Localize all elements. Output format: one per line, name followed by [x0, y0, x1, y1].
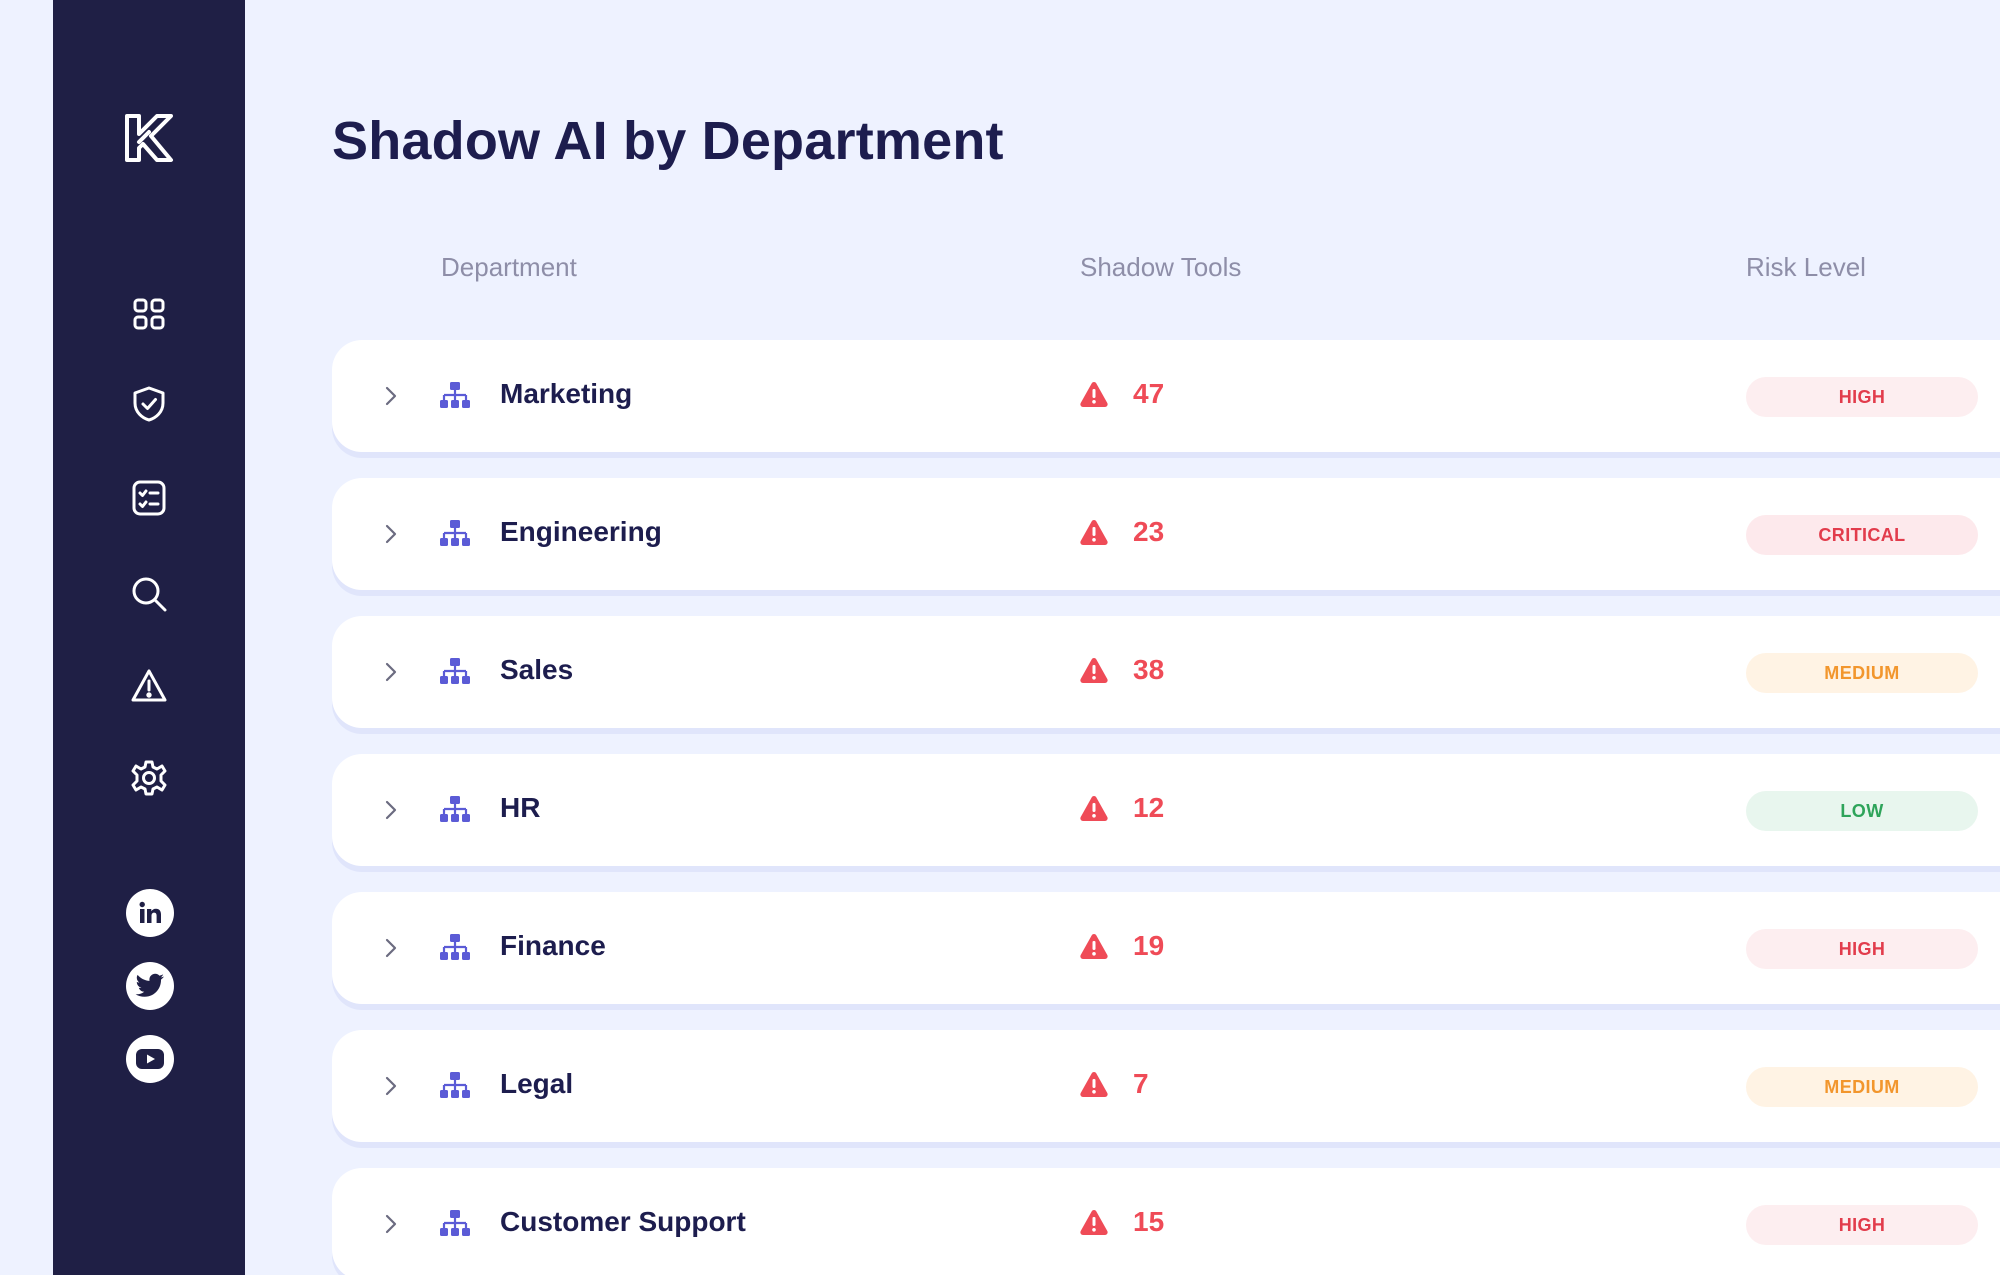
shadow-tools-count: 23	[1133, 516, 1165, 547]
shadow-tools-count: 19	[1133, 930, 1165, 961]
org-chart-icon	[440, 520, 470, 546]
linkedin-link[interactable]	[126, 889, 174, 937]
department-name: Legal	[500, 1068, 574, 1099]
warning-icon	[1080, 934, 1108, 959]
nav-dashboard[interactable]	[129, 294, 169, 334]
department-row[interactable]: HR 12 LOW	[332, 754, 2000, 866]
org-chart-icon	[440, 1072, 470, 1098]
shadow-tools-count: 7	[1133, 1068, 1149, 1099]
app-window: Shadow AI by Department Department Shado…	[0, 0, 2000, 1275]
department-row[interactable]: Sales 38 MEDIUM	[332, 616, 2000, 728]
department-row[interactable]: Engineering 23 CRITICAL	[332, 478, 2000, 590]
expand-row-button[interactable]	[380, 794, 402, 826]
nav-security[interactable]	[129, 384, 169, 424]
twitter-icon	[135, 973, 164, 997]
shadow-tools-count: 15	[1133, 1206, 1165, 1237]
department-name: Finance	[500, 930, 606, 961]
risk-level-badge: HIGH	[1746, 929, 1978, 969]
alert-triangle-icon	[131, 669, 167, 702]
warning-icon	[1080, 520, 1108, 545]
sidebar	[53, 0, 245, 1275]
expand-row-button[interactable]	[380, 380, 402, 412]
department-table: Marketing 47 HIGH Engineering 23 CRITICA…	[332, 340, 2000, 1275]
warning-icon	[1080, 1210, 1108, 1235]
department-row[interactable]: Legal 7 MEDIUM	[332, 1030, 2000, 1142]
risk-level-badge: MEDIUM	[1746, 653, 1978, 693]
chevron-right-icon	[385, 386, 397, 406]
expand-row-button[interactable]	[380, 656, 402, 688]
chevron-right-icon	[385, 800, 397, 820]
chevron-right-icon	[385, 1214, 397, 1234]
warning-icon	[1080, 658, 1108, 683]
chevron-right-icon	[385, 938, 397, 958]
risk-level-badge: HIGH	[1746, 1205, 1978, 1245]
department-name: Engineering	[500, 516, 662, 547]
warning-icon	[1080, 796, 1108, 821]
warning-icon	[1080, 382, 1108, 407]
chevron-right-icon	[385, 524, 397, 544]
department-row[interactable]: Marketing 47 HIGH	[332, 340, 2000, 452]
expand-row-button[interactable]	[380, 1070, 402, 1102]
column-header-shadow-tools[interactable]: Shadow Tools	[1080, 252, 1241, 283]
youtube-icon	[136, 1049, 164, 1069]
risk-level-badge: LOW	[1746, 791, 1978, 831]
department-name: HR	[500, 792, 541, 823]
org-chart-icon	[440, 796, 470, 822]
expand-row-button[interactable]	[380, 1208, 402, 1240]
department-row[interactable]: Finance 19 HIGH	[332, 892, 2000, 1004]
risk-level-badge: HIGH	[1746, 377, 1978, 417]
nav-settings[interactable]	[129, 758, 169, 798]
chevron-right-icon	[385, 1076, 397, 1096]
shadow-tools-count: 12	[1133, 792, 1165, 823]
nav-alerts[interactable]	[129, 666, 169, 706]
department-name: Sales	[500, 654, 574, 685]
logo-icon[interactable]	[121, 110, 177, 166]
expand-row-button[interactable]	[380, 932, 402, 964]
warning-icon	[1080, 1072, 1108, 1097]
twitter-link[interactable]	[126, 962, 174, 1010]
gear-icon	[131, 760, 167, 796]
risk-level-badge: MEDIUM	[1746, 1067, 1978, 1107]
search-icon	[132, 577, 167, 612]
page-title: Shadow AI by Department	[332, 111, 1004, 171]
grid-icon	[133, 298, 165, 330]
shadow-tools-count: 38	[1133, 654, 1165, 685]
org-chart-icon	[440, 382, 470, 408]
youtube-link[interactable]	[126, 1035, 174, 1083]
department-name: Marketing	[500, 378, 633, 409]
department-row[interactable]: Customer Support 15 HIGH	[332, 1168, 2000, 1275]
column-header-risk-level[interactable]: Risk Level	[1746, 252, 1866, 283]
org-chart-icon	[440, 934, 470, 960]
shield-check-icon	[133, 386, 165, 422]
expand-row-button[interactable]	[380, 518, 402, 550]
org-chart-icon	[440, 658, 470, 684]
risk-level-badge: CRITICAL	[1746, 515, 1978, 555]
main-content: Shadow AI by Department Department Shado…	[245, 0, 2000, 1275]
nav-tasks[interactable]	[129, 478, 169, 518]
linkedin-icon	[139, 901, 161, 923]
chevron-right-icon	[385, 662, 397, 682]
nav-search[interactable]	[129, 574, 169, 614]
shadow-tools-count: 47	[1133, 378, 1165, 409]
column-header-department[interactable]: Department	[441, 252, 577, 283]
department-name: Customer Support	[500, 1206, 746, 1237]
checklist-icon	[132, 480, 166, 516]
org-chart-icon	[440, 1210, 470, 1236]
